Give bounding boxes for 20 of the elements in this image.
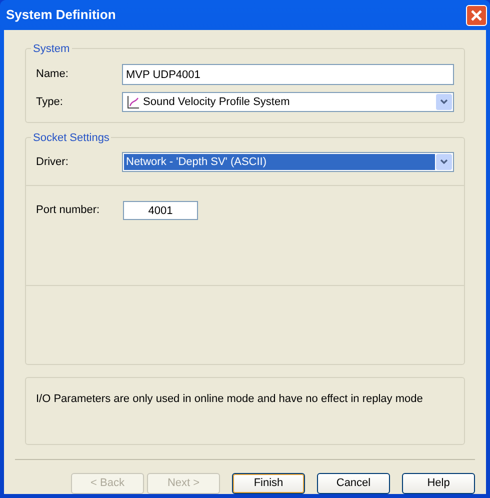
type-value: Sound Velocity Profile System [143, 94, 291, 110]
type-label: Type: [36, 94, 64, 110]
group-title: System [31, 41, 72, 58]
group-title: Socket Settings [31, 130, 112, 146]
driver-label: Driver: [36, 154, 70, 170]
driver-dropdown[interactable]: Network - 'Depth SV' (ASCII) [122, 152, 454, 172]
dialog-button[interactable]: Finish [232, 473, 305, 494]
close-icon [470, 8, 483, 22]
window-title: System Definition [6, 6, 116, 24]
name-label: Name: [36, 67, 70, 82]
port-label: Port number: [36, 203, 101, 218]
type-dropdown[interactable]: Sound Velocity Profile System [122, 92, 454, 112]
dialog-button[interactable]: Help [402, 473, 475, 494]
port-field[interactable]: 4001 [123, 201, 198, 220]
info-text: I/O Parameters are only used in online mode and have no effect in replay mode [36, 393, 423, 405]
name-field[interactable]: MVP UDP4001 [122, 64, 454, 85]
dialog-button[interactable]: Cancel [317, 473, 390, 494]
close-button[interactable] [466, 4, 487, 26]
chart-icon [126, 95, 140, 109]
driver-value: Network - 'Depth SV' (ASCII) [124, 154, 435, 170]
